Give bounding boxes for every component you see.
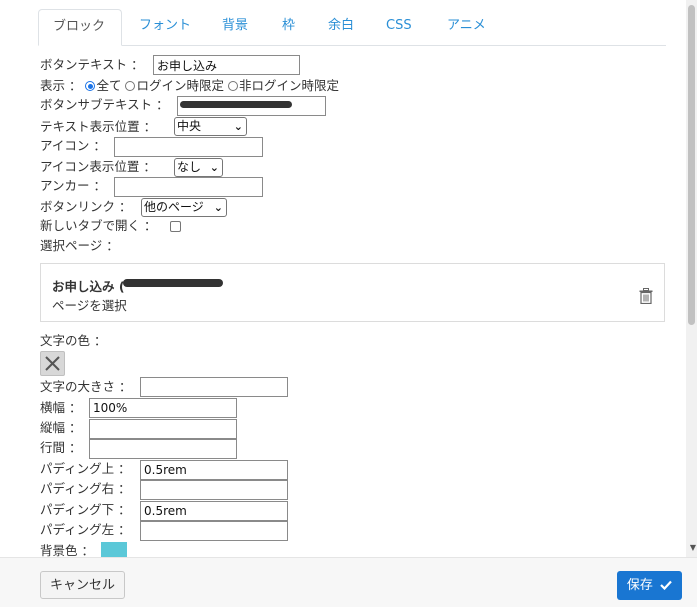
tab-background[interactable]: 背景 [222, 9, 248, 45]
text-position-label: テキスト表示位置 ： [40, 119, 157, 134]
icon-position-label: アイコン表示位置 ： [40, 159, 156, 174]
padding-top-input[interactable] [140, 460, 288, 480]
button-text-input[interactable] [153, 55, 300, 75]
select-value: なし [177, 160, 202, 174]
radio-logout[interactable] [227, 81, 238, 91]
padding-bottom-label: パディング下 ： [40, 502, 131, 517]
redaction-mark [123, 279, 223, 287]
radio-login[interactable] [125, 81, 136, 91]
padding-right-input[interactable] [140, 480, 288, 500]
width-input[interactable] [89, 398, 237, 418]
select-value: 中央 [177, 119, 202, 133]
select-page-label: 選択ページ ： [40, 238, 119, 253]
page-card-title: お申し込み ( [52, 279, 125, 294]
line-height-input[interactable] [89, 439, 237, 459]
button-text-label: ボタンテキスト ： [40, 57, 144, 72]
background-color-swatch[interactable] [101, 542, 127, 557]
scroll-down-icon[interactable]: ▼ [690, 543, 696, 552]
icon-position-select[interactable]: なし ⌄ [174, 158, 223, 177]
text-color-label: 文字の色 ： [40, 333, 107, 348]
close-icon [45, 356, 60, 371]
text-position-select[interactable]: 中央 ⌄ [174, 117, 247, 136]
height-input[interactable] [89, 419, 237, 439]
width-label: 横幅 ： [40, 400, 82, 415]
tab-label: フォント [139, 18, 192, 33]
display-option-login[interactable]: ログイン時限定 [125, 78, 224, 93]
padding-top-label: パディング上 ： [40, 461, 131, 476]
padding-right-label: パディング右 ： [40, 481, 131, 496]
trash-icon-svg [639, 288, 653, 305]
padding-bottom-input[interactable] [140, 501, 288, 521]
display-option-logout[interactable]: 非ログイン時限定 [227, 78, 339, 93]
tab-spacing[interactable]: 余白 [328, 9, 354, 45]
cancel-button[interactable]: キャンセル [40, 571, 125, 599]
tab-label: 枠 [282, 18, 296, 33]
tab-label: 背景 [222, 18, 249, 33]
check-icon [660, 580, 672, 591]
padding-left-label: パディング左 ： [40, 522, 131, 537]
scrollbar-thumb[interactable] [688, 5, 695, 325]
chevron-down-icon: ⌄ [209, 161, 219, 174]
tab-bar: ブロック フォント 背景 枠 余白 CSS アニメ [38, 9, 666, 46]
anchor-input[interactable] [114, 177, 263, 197]
page-card-select-link[interactable]: ページを選択 [52, 295, 127, 314]
radio-all[interactable] [85, 81, 96, 91]
display-row: 表示 ： 全て ログイン時限定 非ログイン時限定 [40, 76, 339, 96]
tab-label: ブロック [53, 19, 106, 34]
anchor-label: アンカー ： [40, 178, 106, 193]
save-button[interactable]: 保存 [617, 571, 682, 600]
tab-font[interactable]: フォント [139, 9, 191, 45]
text-size-input[interactable] [140, 377, 288, 397]
tab-label: CSS [386, 18, 412, 33]
padding-left-input[interactable] [140, 521, 288, 541]
tab-label: 余白 [328, 18, 355, 33]
chevron-down-icon: ⌄ [233, 120, 243, 133]
text-color-swatch[interactable] [40, 351, 65, 376]
tab-border[interactable]: 枠 [282, 9, 295, 45]
button-subtext-label: ボタンサブテキスト ： [40, 97, 169, 112]
select-value: 他のページ [144, 200, 204, 214]
button-link-label: ボタンリンク ： [40, 199, 132, 214]
height-label: 縦幅 ： [40, 420, 82, 435]
button-link-select[interactable]: 他のページ ⌄ [141, 198, 227, 217]
tab-block[interactable]: ブロック [38, 9, 122, 46]
line-height-label: 行間 ： [40, 440, 82, 455]
save-button-label: 保存 [626, 578, 653, 593]
radio-all-label: 全て [96, 78, 122, 93]
radio-logout-label: 非ログイン時限定 [238, 78, 339, 93]
display-option-all[interactable]: 全て [85, 78, 121, 93]
radio-login-label: ログイン時限定 [136, 78, 224, 93]
trash-icon[interactable] [639, 288, 653, 307]
chevron-down-icon: ⌄ [213, 201, 223, 214]
new-tab-checkbox[interactable] [170, 221, 181, 232]
redaction-mark [180, 101, 292, 108]
new-tab-label: 新しいタブで開く ： [40, 218, 157, 233]
tab-css[interactable]: CSS [386, 9, 412, 45]
text-size-label: 文字の大きさ ： [40, 379, 132, 394]
icon-input[interactable] [114, 137, 263, 157]
dialog-footer: キャンセル 保存 [0, 557, 697, 607]
icon-label: アイコン ： [40, 138, 106, 153]
tab-label: アニメ [447, 18, 486, 33]
scrollbar[interactable] [686, 0, 697, 557]
tab-animation[interactable]: アニメ [447, 9, 486, 45]
selected-page-card: お申し込み ( ページを選択 [40, 263, 665, 322]
display-label: 表示 ： [40, 78, 82, 93]
